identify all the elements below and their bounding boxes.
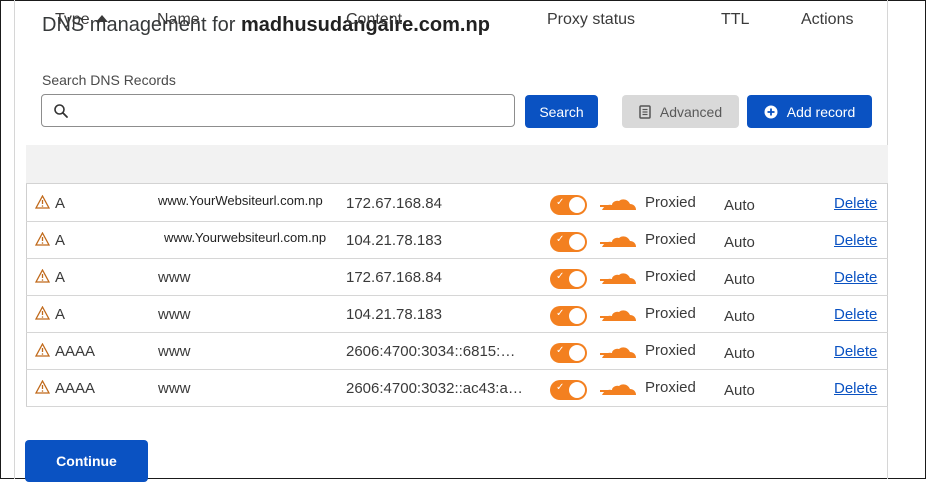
- continue-button[interactable]: Continue: [25, 440, 148, 482]
- table-header: [26, 145, 888, 184]
- proxy-status-text: Proxied: [645, 268, 696, 285]
- cloud-icon: [600, 236, 636, 247]
- search-icon: [54, 104, 68, 118]
- add-record-button[interactable]: Add record: [747, 95, 872, 128]
- column-header-ttl: TTL: [721, 11, 750, 28]
- check-icon: ✓: [556, 197, 565, 208]
- record-ttl: Auto: [724, 234, 755, 251]
- page-title: DNS management for madhusudangaire.com.n…: [42, 14, 490, 37]
- record-type: A: [55, 232, 66, 249]
- record-content: 172.67.168.84: [346, 195, 442, 212]
- record-name: www.YourWebsiteurl.com.np: [158, 192, 338, 210]
- record-name: www.Yourwebsiteurl.com.np: [164, 229, 344, 247]
- proxy-toggle[interactable]: ✓: [550, 269, 587, 289]
- record-ttl: Auto: [724, 197, 755, 214]
- table-row: A www.YourWebsiteurl.com.np 172.67.168.8…: [26, 185, 888, 222]
- column-header-content: Content: [346, 11, 403, 28]
- panel-border-left: [14, 0, 15, 479]
- toggle-knob: [569, 234, 585, 250]
- delete-link[interactable]: Delete: [834, 195, 877, 212]
- record-type: AAAA: [55, 380, 96, 397]
- proxy-status-text: Proxied: [645, 342, 696, 359]
- toggle-knob: [569, 271, 585, 287]
- warning-icon: [35, 232, 50, 246]
- record-name: www: [158, 380, 191, 397]
- column-header-name: Name: [157, 11, 200, 28]
- proxy-status-text: Proxied: [645, 379, 696, 396]
- advanced-button[interactable]: Advanced: [622, 95, 739, 128]
- plus-circle-icon: [764, 105, 778, 118]
- delete-link[interactable]: Delete: [834, 269, 877, 286]
- search-label: Search DNS Records: [42, 72, 176, 88]
- delete-link[interactable]: Delete: [834, 380, 877, 397]
- cloud-icon: [600, 384, 636, 395]
- record-name: www: [158, 343, 191, 360]
- warning-icon: [35, 306, 50, 320]
- check-icon: ✓: [556, 308, 565, 319]
- record-name: www: [158, 306, 191, 323]
- column-header-type[interactable]: Type: [55, 11, 108, 29]
- toggle-knob: [569, 308, 585, 324]
- advanced-button-label: Advanced: [659, 103, 723, 120]
- proxy-toggle[interactable]: ✓: [550, 380, 587, 400]
- delete-link[interactable]: Delete: [834, 343, 877, 360]
- toggle-knob: [569, 382, 585, 398]
- warning-icon: [35, 380, 50, 394]
- record-ttl: Auto: [724, 345, 755, 362]
- proxy-status-text: Proxied: [645, 231, 696, 248]
- check-icon: ✓: [556, 271, 565, 282]
- column-header-proxy-status: Proxy status: [547, 11, 636, 28]
- record-content: 2606:4700:3032::ac43:a…: [346, 380, 523, 397]
- search-button[interactable]: Search: [525, 95, 598, 128]
- record-ttl: Auto: [724, 308, 755, 325]
- proxy-toggle[interactable]: ✓: [550, 306, 587, 326]
- add-record-button-label: Add record: [786, 103, 856, 120]
- delete-link[interactable]: Delete: [834, 306, 877, 323]
- toggle-knob: [569, 197, 585, 213]
- warning-icon: [35, 269, 50, 283]
- column-header-actions: Actions: [801, 11, 854, 28]
- toggle-knob: [569, 345, 585, 361]
- record-type: A: [55, 269, 66, 286]
- proxy-status-text: Proxied: [645, 305, 696, 322]
- table-row: A www 104.21.78.183 ✓ Proxied Auto Delet…: [26, 296, 888, 333]
- record-content: 104.21.78.183: [346, 306, 442, 323]
- table-row: A www.Yourwebsiteurl.com.np 104.21.78.18…: [26, 222, 888, 259]
- check-icon: ✓: [556, 234, 565, 245]
- cloud-icon: [600, 310, 636, 321]
- table-row: AAAA www 2606:4700:3034::6815:… ✓ Proxie…: [26, 333, 888, 370]
- record-ttl: Auto: [724, 271, 755, 288]
- record-content: 2606:4700:3034::6815:…: [346, 343, 516, 360]
- record-type: A: [55, 195, 66, 212]
- proxy-toggle[interactable]: ✓: [550, 195, 587, 215]
- proxy-toggle[interactable]: ✓: [550, 232, 587, 252]
- warning-icon: [35, 195, 50, 209]
- sort-ascending-icon: [95, 15, 108, 22]
- record-ttl: Auto: [724, 382, 755, 399]
- proxy-status-text: Proxied: [645, 194, 696, 211]
- record-name: www: [158, 269, 191, 286]
- column-header-type-label: Type: [55, 11, 90, 28]
- record-type: A: [55, 306, 66, 323]
- check-icon: ✓: [556, 345, 565, 356]
- record-content: 104.21.78.183: [346, 232, 442, 249]
- table-row: AAAA www 2606:4700:3032::ac43:a… ✓ Proxi…: [26, 370, 888, 407]
- record-type: AAAA: [55, 343, 96, 360]
- document-icon: [639, 104, 651, 119]
- warning-icon: [35, 343, 50, 357]
- cloud-icon: [600, 199, 636, 210]
- record-content: 172.67.168.84: [346, 269, 442, 286]
- proxy-toggle[interactable]: ✓: [550, 343, 587, 363]
- cloud-icon: [600, 273, 636, 284]
- search-input[interactable]: [76, 99, 510, 125]
- table-row: A www 172.67.168.84 ✓ Proxied Auto Delet…: [26, 259, 888, 296]
- check-icon: ✓: [556, 382, 565, 393]
- delete-link[interactable]: Delete: [834, 232, 877, 249]
- search-field[interactable]: [41, 94, 515, 127]
- cloud-icon: [600, 347, 636, 358]
